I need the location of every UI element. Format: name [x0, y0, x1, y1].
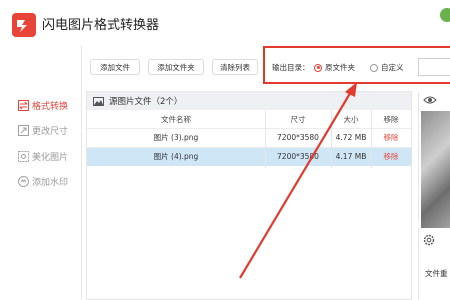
annotation-arrow-icon	[239, 82, 357, 279]
